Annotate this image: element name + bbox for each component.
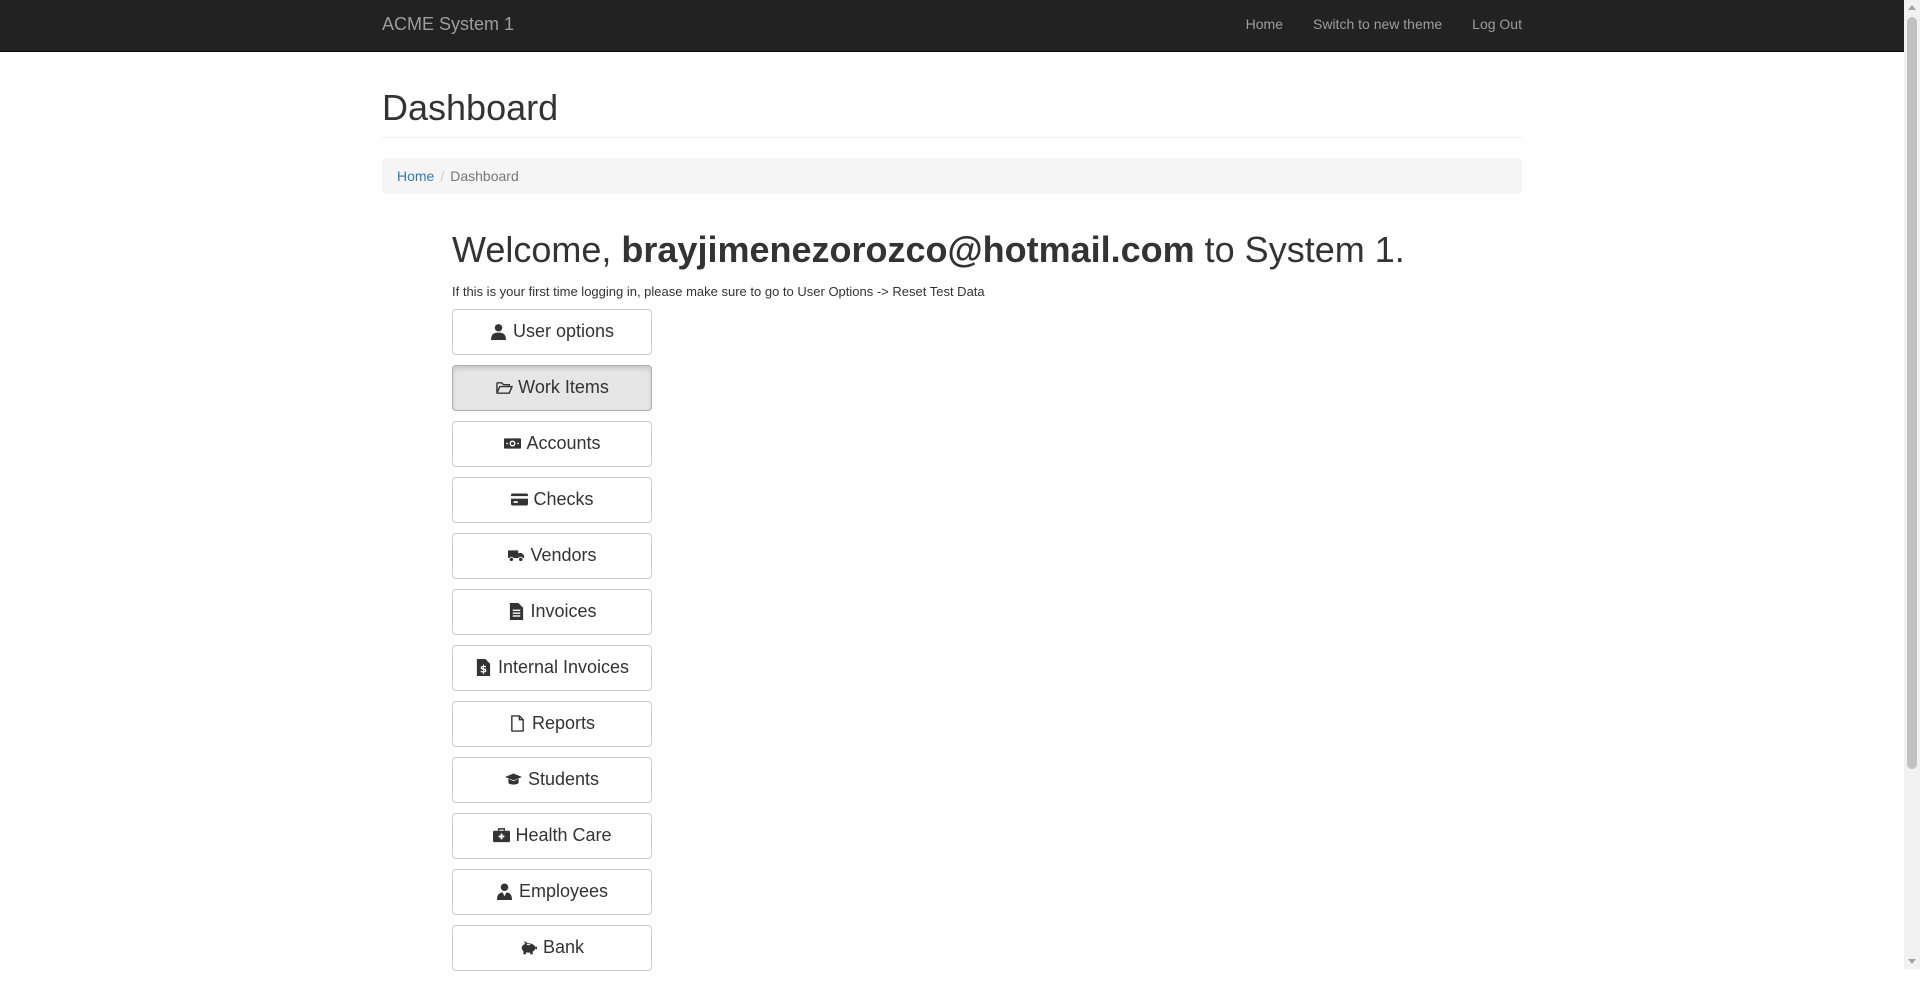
page-header: Dashboard (382, 88, 1522, 138)
bank-button[interactable]: Bank (452, 924, 652, 971)
user-icon (490, 323, 508, 341)
nav-logout-link[interactable]: Log Out (1472, 16, 1522, 32)
internal-invoices-label: Internal Invoices (497, 657, 630, 678)
health-care-button[interactable]: Health Care (452, 812, 652, 859)
health-care-label: Health Care (515, 825, 612, 846)
checks-button[interactable]: Checks (452, 476, 652, 523)
accounts-button[interactable]: Accounts (452, 420, 652, 467)
user-options-label: User options (512, 321, 615, 342)
medkit-icon (492, 827, 510, 845)
scroll-down-arrow-icon[interactable] (1908, 959, 1916, 964)
vendors-label: Vendors (530, 545, 597, 566)
top-navbar: ACME System 1 Home Switch to new theme L… (0, 0, 1904, 52)
reports-label: Reports (531, 713, 596, 734)
reports-button[interactable]: Reports (452, 700, 652, 747)
folder-open-icon (495, 379, 513, 397)
welcome-prefix: Welcome, (452, 229, 612, 270)
svg-text:$: $ (480, 664, 487, 676)
piggy-bank-icon (520, 939, 538, 957)
welcome-user-email: brayjimenezorozco@hotmail.com (621, 229, 1195, 270)
invoices-label: Invoices (530, 601, 597, 622)
file-icon (509, 715, 527, 733)
first-login-note: If this is your first time logging in, p… (452, 283, 985, 299)
breadcrumb-current: Dashboard (450, 167, 519, 184)
welcome-suffix: to System 1. (1204, 229, 1405, 270)
scroll-up-arrow-icon[interactable] (1908, 5, 1916, 10)
graduation-cap-icon (505, 771, 523, 789)
invoices-button[interactable]: Invoices (452, 588, 652, 635)
employees-label: Employees (518, 881, 609, 902)
page-title: Dashboard (382, 87, 559, 128)
internal-invoices-button[interactable]: $ Internal Invoices (452, 644, 652, 691)
accounts-label: Accounts (526, 433, 601, 454)
main-container: Dashboard Home / Dashboard (382, 52, 1522, 194)
breadcrumb-home-link[interactable]: Home (397, 168, 434, 184)
user-tie-icon (496, 883, 514, 901)
vendors-button[interactable]: Vendors (452, 532, 652, 579)
vertical-scrollbar[interactable] (1904, 0, 1920, 969)
file-invoice-dollar-icon: $ (475, 659, 493, 677)
employees-button[interactable]: Employees (452, 868, 652, 915)
bank-label: Bank (542, 937, 585, 958)
work-items-label: Work Items (518, 377, 609, 398)
navbar-links: Home Switch to new theme Log Out (1216, 16, 1522, 32)
students-button[interactable]: Students (452, 756, 652, 803)
dashboard-content: Welcome, brayjimenezorozco@hotmail.com t… (452, 230, 1405, 981)
breadcrumb-separator: / (440, 167, 445, 184)
nav-switch-theme-link[interactable]: Switch to new theme (1313, 16, 1442, 32)
brand-link[interactable]: ACME System 1 (382, 14, 514, 35)
students-label: Students (527, 769, 600, 790)
checks-label: Checks (533, 489, 594, 510)
welcome-heading: Welcome, brayjimenezorozco@hotmail.com t… (452, 230, 1405, 270)
file-text-icon (507, 603, 525, 621)
scrollbar-thumb[interactable] (1907, 17, 1917, 769)
work-items-button[interactable]: Work Items (452, 364, 652, 411)
truck-icon (507, 547, 525, 565)
user-options-button[interactable]: User options (452, 308, 652, 355)
breadcrumb: Home / Dashboard (382, 157, 1522, 194)
credit-card-icon (510, 491, 528, 509)
money-bill-icon (503, 435, 521, 453)
nav-home-link[interactable]: Home (1246, 16, 1283, 32)
